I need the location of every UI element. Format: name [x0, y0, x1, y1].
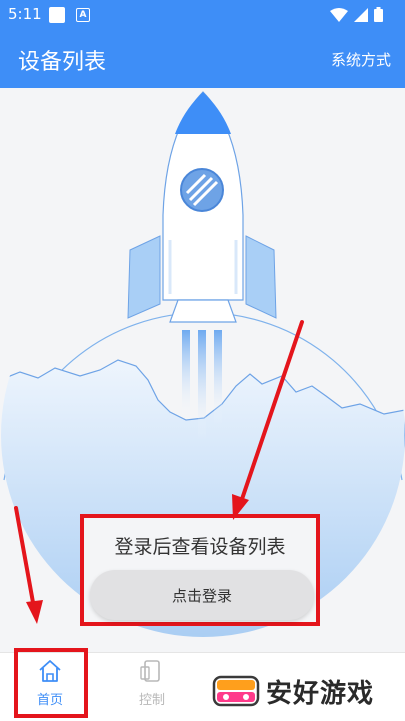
tab-control[interactable]: 控制 — [112, 659, 192, 708]
watermark: 安好游戏 — [212, 665, 392, 717]
login-panel: 登录后查看设备列表 点击登录 — [80, 514, 320, 626]
login-prompt: 登录后查看设备列表 — [114, 536, 286, 558]
tab-control-label: 控制 — [138, 693, 165, 708]
notification-a-icon: A — [76, 8, 90, 22]
rocket-fin — [127, 235, 161, 319]
cellular-signal-icon — [354, 7, 368, 22]
rocket-nose — [175, 92, 231, 134]
phone-icon — [140, 660, 160, 682]
notification-app-icon — [49, 7, 65, 23]
battery-icon — [374, 7, 383, 22]
rocket-flame — [214, 330, 222, 425]
rocket-flame — [198, 330, 206, 440]
page-title: 设备列表 — [18, 50, 107, 75]
rocket-base — [169, 299, 237, 323]
rocket-fin — [245, 235, 277, 319]
status-time: 5:11 — [8, 5, 42, 23]
status-indicators — [330, 7, 383, 22]
app-bar: 设备列表 系统方式 — [0, 30, 405, 88]
wifi-icon — [330, 7, 348, 22]
gamepad-logo-icon — [212, 675, 260, 707]
login-button[interactable]: 点击登录 — [90, 570, 314, 620]
system-mode-button[interactable]: 系统方式 — [331, 49, 391, 70]
status-bar: 5:11 A — [0, 0, 405, 30]
watermark-text: 安好游戏 — [266, 678, 375, 709]
rocket-flame — [182, 330, 190, 420]
home-tab-highlight — [14, 648, 88, 718]
